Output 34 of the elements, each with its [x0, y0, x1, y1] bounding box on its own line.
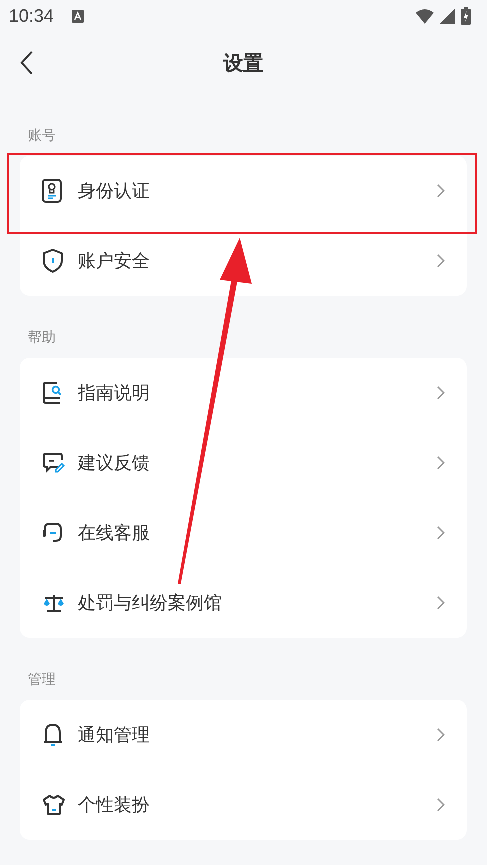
signal-icon [440, 8, 455, 24]
chevron-icon [437, 596, 445, 610]
section-label: 账号 [27, 127, 57, 146]
chevron-icon [437, 456, 445, 470]
scales-icon [42, 593, 66, 613]
chevron-icon [437, 526, 445, 540]
battery-icon [461, 7, 471, 25]
tshirt-icon [42, 794, 66, 816]
settings-item[interactable]: 建议反馈 [20, 428, 467, 498]
settings-item[interactable]: 通知管理 [20, 700, 467, 770]
id-card-icon [42, 179, 62, 203]
feedback-icon [42, 452, 66, 474]
chevron-icon [437, 254, 445, 268]
chevron-icon [437, 798, 445, 812]
settings-item[interactable]: 处罚与纠纷案例馆 [20, 568, 467, 638]
chevron-icon [437, 184, 445, 198]
settings-item[interactable]: 指南说明 [20, 358, 467, 428]
notification-icon [72, 10, 84, 22]
settings-item[interactable]: 身份认证 [20, 156, 467, 226]
bell-icon [42, 723, 64, 747]
section-label: 管理 [27, 671, 57, 690]
book-search-icon [42, 381, 64, 405]
chevron-icon [437, 386, 445, 400]
page-title: 设置 [224, 50, 264, 76]
settings-item[interactable]: 账户安全 [20, 226, 467, 296]
shield-icon [42, 249, 64, 273]
back-icon[interactable] [20, 51, 34, 75]
settings-item[interactable]: 个性装扮 [20, 770, 467, 840]
status-time: 10:34 [9, 6, 54, 26]
headset-icon [42, 522, 64, 544]
chevron-icon [437, 728, 445, 742]
settings-item[interactable]: 在线客服 [20, 498, 467, 568]
wifi-icon [416, 8, 434, 24]
section-label: 帮助 [27, 329, 57, 348]
